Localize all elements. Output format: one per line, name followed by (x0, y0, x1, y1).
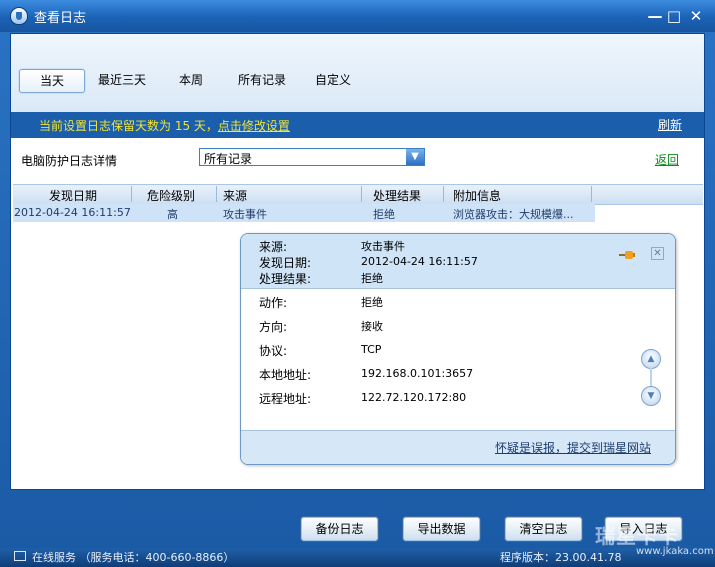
maximize-icon[interactable]: □ (666, 8, 682, 24)
record-filter-select[interactable]: 所有记录 ▼ (199, 148, 425, 166)
header-result[interactable]: 处理结果 (373, 187, 421, 204)
table-header: 发现日期 危险级别 来源 处理结果 附加信息 (13, 184, 703, 205)
field-label: 方向: (259, 320, 288, 334)
cell-info: 浏览器攻击：大规模爆... (453, 208, 574, 221)
select-value: 所有记录 (204, 152, 253, 166)
refresh-link[interactable]: 刷新 (658, 116, 682, 133)
detail-value: 2012-04-24 16:11:57 (361, 255, 478, 268)
field-label: 远程地址: (259, 392, 312, 406)
column-divider[interactable] (216, 186, 217, 202)
column-divider[interactable] (443, 186, 444, 202)
tab-last-three-days[interactable]: 最近三天 (98, 69, 146, 91)
table-row[interactable]: 2012-04-24 16:11:57 高 攻击事件 拒绝 浏览器攻击：大规模爆… (13, 204, 595, 222)
filter-label: 电脑防护日志详情 (21, 154, 118, 168)
clear-log-button[interactable]: 清空日志 (504, 516, 583, 542)
field-value: 122.72.120.172:80 (361, 391, 467, 404)
field-value: 接收 (361, 320, 383, 333)
detail-label: 处理结果: (259, 272, 312, 286)
column-divider[interactable] (131, 186, 132, 202)
tab-today[interactable]: 当天 (19, 69, 85, 93)
field-value: 拒绝 (361, 296, 383, 309)
header-level[interactable]: 危险级别 (147, 187, 195, 204)
report-false-positive-link[interactable]: 怀疑是误报，提交到瑞星网站 (495, 439, 651, 456)
watermark-url: www.jkaka.com (636, 546, 714, 557)
minimize-icon[interactable]: — (647, 8, 663, 24)
header-source[interactable]: 来源 (223, 187, 247, 204)
watermark-logo: 瑞星卡卡 (595, 524, 679, 548)
field-value: TCP (361, 343, 382, 356)
status-bar: 在线服务 （服务电话：400-660-8866） 程序版本：23.00.41.7… (0, 548, 715, 567)
notice-bar: 当前设置日志保留天数为 15 天，点击修改设置 刷新 (11, 112, 704, 138)
shield-icon (10, 7, 28, 25)
online-service-text[interactable]: 在线服务 （服务电话：400-660-8866） (32, 549, 234, 565)
cell-source: 攻击事件 (223, 208, 267, 221)
cell-date: 2012-04-24 16:11:57 (14, 206, 131, 219)
cell-level: 高 (167, 208, 178, 221)
detail-label: 来源: (259, 240, 288, 254)
column-divider[interactable] (361, 186, 362, 202)
pin-icon[interactable] (619, 251, 635, 259)
back-link[interactable]: 返回 (655, 151, 679, 168)
backup-log-button[interactable]: 备份日志 (300, 516, 379, 542)
field-label: 本地地址: (259, 368, 312, 382)
header-info[interactable]: 附加信息 (453, 187, 501, 204)
scroll-down-icon[interactable]: ▼ (641, 386, 661, 406)
window-title: 查看日志 (34, 11, 87, 26)
column-divider[interactable] (591, 186, 592, 202)
detail-value: 攻击事件 (361, 240, 405, 253)
main-panel: 当天 最近三天 本周 所有记录 自定义 当前设置日志保留天数为 15 天，点击修… (10, 33, 705, 490)
version-text: 程序版本：23.00.41.78 (500, 551, 622, 564)
scroll-up-icon[interactable]: ▲ (641, 349, 661, 369)
log-window: 查看日志 — □ ✕ 当天 最近三天 本周 所有记录 自定义 当前设置日志保留天… (0, 0, 715, 567)
modify-settings-link[interactable]: 点击修改设置 (218, 119, 290, 133)
title-bar[interactable]: 查看日志 — □ ✕ (0, 0, 715, 32)
tab-custom[interactable]: 自定义 (315, 69, 351, 91)
tab-this-week[interactable]: 本周 (179, 69, 203, 91)
cell-result: 拒绝 (373, 208, 395, 221)
retention-notice: 当前设置日志保留天数为 15 天，点击修改设置 (39, 117, 290, 134)
tab-bar: 当天 最近三天 本周 所有记录 自定义 (11, 34, 704, 113)
detail-summary: 来源: 攻击事件 发现日期: 2012-04-24 16:11:57 处理结果:… (241, 234, 675, 289)
tab-all-records[interactable]: 所有记录 (238, 69, 286, 91)
monitor-icon (14, 551, 26, 561)
header-date[interactable]: 发现日期 (49, 187, 97, 204)
retention-text: 当前设置日志保留天数为 15 天， (39, 119, 218, 133)
chevron-down-icon[interactable]: ▼ (406, 149, 424, 165)
scroll-track[interactable] (650, 368, 652, 388)
field-value: 192.168.0.101:3657 (361, 367, 474, 380)
export-data-button[interactable]: 导出数据 (402, 516, 481, 542)
field-label: 协议: (259, 344, 288, 358)
detail-footer: 怀疑是误报，提交到瑞星网站 (241, 430, 675, 464)
field-label: 动作: (259, 296, 288, 310)
detail-value: 拒绝 (361, 272, 383, 285)
close-icon[interactable]: ✕ (651, 247, 664, 260)
close-icon[interactable]: ✕ (688, 8, 704, 24)
detail-label: 发现日期: (259, 256, 312, 270)
detail-popup: 来源: 攻击事件 发现日期: 2012-04-24 16:11:57 处理结果:… (240, 233, 676, 465)
